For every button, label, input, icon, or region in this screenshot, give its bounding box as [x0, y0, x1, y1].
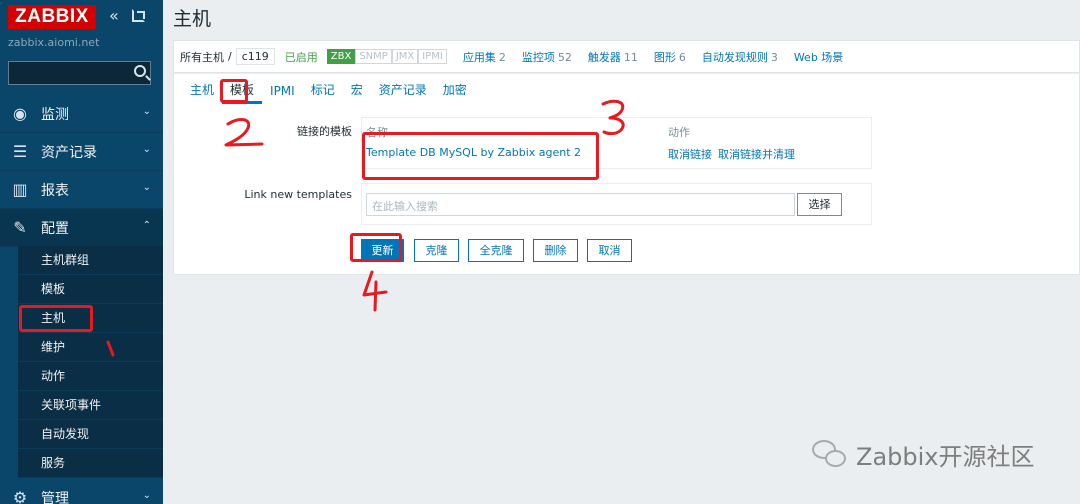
annotation-number-3 [601, 99, 625, 136]
annotation-numbers [106, 99, 625, 357]
annotation-number-4 [362, 270, 388, 312]
annotation-number-1 [106, 340, 115, 357]
annotation-number-2 [224, 118, 264, 147]
wechat-watermark: Zabbix开源社区 [812, 437, 1035, 472]
wechat-icon [812, 439, 848, 470]
watermark-text: Zabbix开源社区 [856, 443, 1035, 471]
